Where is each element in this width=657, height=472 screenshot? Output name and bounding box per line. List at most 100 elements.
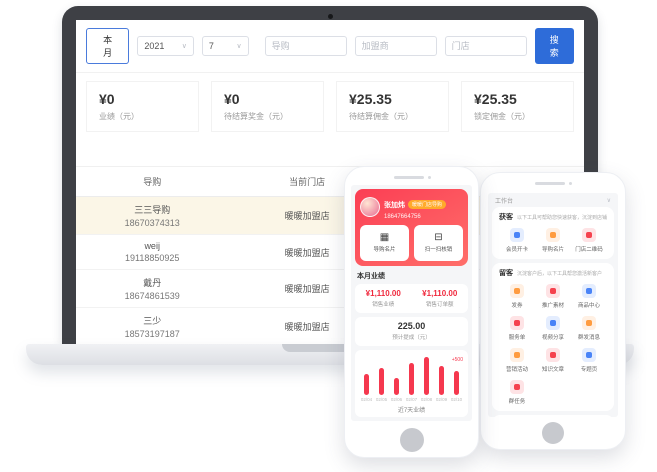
tool-label: 群任务 [509,397,526,405]
knowledge-article-icon [546,348,560,362]
stat-value: ¥25.35 [349,91,436,107]
x-tick: 02/05 [376,397,387,402]
guide-name: 戴丹 [76,276,228,289]
tool-knowledge-article[interactable]: 知识文章 [535,348,571,373]
chevron-down-icon[interactable]: ∨ [607,197,611,204]
video-share-icon [546,316,560,330]
guide-dashboard-screen: 张加炜暖暖门店导购 18647664756 ▦ 导购名片 ⊟ 扫一扫核销 [351,185,472,421]
tool-promo-material[interactable]: 推广素材 [535,284,571,309]
scan-icon: ⊟ [434,233,442,243]
commission-label: 预计提成（元） [355,333,468,341]
workbench-screen: 工作台 ∨ 获客 以下工具可帮助您快速获客，沉淀到店铺 会员开卡 导购名片 [488,193,618,417]
metric-value: ¥1,110.00 [355,289,412,298]
guide-cell: weij 19118850925 [76,241,228,263]
section-title: 获客 [499,212,513,222]
month-filter-button[interactable]: 本月 [86,28,129,64]
metric-sales: ¥1,110.00 销售业绩 [355,289,412,308]
tool-topic-page[interactable]: 专题页 [571,348,607,373]
year-select[interactable]: 2021 ∨ [137,36,193,56]
tool-label: 知识文章 [542,365,564,373]
retain-customers-card: 留客 沉淀客户后，以下工具帮您激活新客户 发券 推广素材 商品中心 [492,263,614,411]
section-description: 沉淀客户后，以下工具帮您激活新客户 [517,270,602,277]
phone-camera [569,182,572,185]
chevron-down-icon: ∨ [182,42,187,50]
month-select[interactable]: 7 ∨ [202,36,249,56]
tool-label: 会员开卡 [506,245,528,253]
chart-bar [409,363,414,395]
metric-order-amount: ¥1,110.00 销售订单额 [412,289,469,308]
promo-material-icon [546,284,560,298]
guide-card-icon [546,228,560,242]
stat-card-locked-commission: ¥25.35 锁定佣金（元） [461,81,574,132]
search-button[interactable]: 搜索 [535,28,574,64]
commission-value: 225.00 [355,321,468,331]
tool-product-center[interactable]: 商品中心 [571,284,607,309]
profile-header-card: 张加炜暖暖门店导购 18647664756 ▦ 导购名片 ⊟ 扫一扫核销 [355,189,468,266]
tool-coupon[interactable]: 发券 [499,284,535,309]
stat-label: 待结算奖金（元） [224,111,311,122]
tool-grid: 发券 推广素材 商品中心 服务单 [499,284,607,405]
stat-value: ¥25.35 [474,91,561,107]
tool-label: 发券 [511,301,522,309]
tool-service-order[interactable]: 服务单 [499,316,535,341]
tool-label: 商品中心 [578,301,600,309]
tool-label: 群发消息 [578,333,600,341]
tool-label: 导购名片 [542,245,564,253]
tool-marketing-activity[interactable]: 营销活动 [499,348,535,373]
x-tick: 02/06 [391,397,402,402]
guide-cell: 三少 18573197187 [76,314,228,339]
home-button[interactable] [400,428,424,452]
x-tick: 02/08 [421,397,432,402]
metric-label: 销售业绩 [355,300,412,308]
x-tick: 02/09 [436,397,447,402]
profile-name: 张加炜 [384,202,405,209]
month-performance-title: 本月业绩 [357,271,466,281]
scan-verify-button[interactable]: ⊟ 扫一扫核销 [414,225,463,261]
topic-page-icon [582,348,596,362]
workbench-title: 工作台 [495,196,513,205]
phone-camera [428,176,431,179]
profile-badge: 暖暖门店导购 [408,200,446,209]
chart-bar [454,371,459,395]
section-header: 留客 沉淀客户后，以下工具帮您激活新客户 [499,268,607,278]
tool-group-message[interactable]: 群发消息 [571,316,607,341]
phone-guide-dashboard: 张加炜暖暖门店导购 18647664756 ▦ 导购名片 ⊟ 扫一扫核销 [344,166,479,458]
commission-card: 225.00 预计提成（元） [355,317,468,346]
section-description: 以下工具可帮助您快速获客，沉淀到店铺 [517,214,607,221]
qrcode-icon: ▦ [380,233,389,243]
stat-card-pending-commission: ¥25.35 待结算佣金（元） [336,81,449,132]
tool-video-share[interactable]: 视频分享 [535,316,571,341]
store-search-input[interactable] [445,36,527,56]
coupon-icon [510,284,524,298]
marketing-activity-icon [510,348,524,362]
home-button[interactable] [542,422,564,444]
tool-guide-card[interactable]: 导购名片 [535,228,571,253]
guide-phone: 18573197187 [76,329,228,339]
guide-search-input[interactable] [265,36,347,56]
franchisee-search-input[interactable] [355,36,437,56]
month-select-value: 7 [209,41,214,51]
guide-phone: 19118850925 [76,253,228,263]
tool-store-qrcode[interactable]: 门店二维码 [571,228,607,253]
quick-actions: ▦ 导购名片 ⊟ 扫一扫核销 [360,225,463,261]
product-center-icon [582,284,596,298]
profile-phone: 18647664756 [384,214,446,220]
dashboard-toolbar: 本月 2021 ∨ 7 ∨ 搜索 [76,20,584,73]
tool-grid: 会员开卡 导购名片 门店二维码 [499,228,607,253]
profile-texts: 张加炜暖暖门店导购 18647664756 [384,194,446,220]
chart-x-labels: 02/04 02/05 02/06 02/07 02/08 02/09 02/1… [359,397,464,402]
tool-label: 专题页 [581,365,598,373]
guide-card-button[interactable]: ▦ 导购名片 [360,225,409,261]
tool-member-card[interactable]: 会员开卡 [499,228,535,253]
bar-chart: +500 [359,355,464,395]
tool-group-task[interactable]: 群任务 [499,380,535,405]
acquire-customers-card: 获客 以下工具可帮助您快速获客，沉淀到店铺 会员开卡 导购名片 门店二维码 [492,207,614,259]
chart-annotation: +500 [452,357,463,363]
guide-name: weij [76,241,228,251]
year-select-value: 2021 [144,41,164,51]
stat-label: 业绩（元） [99,111,186,122]
metrics-card: ¥1,110.00 销售业绩 ¥1,110.00 销售订单额 [355,284,468,313]
screenshot-stage: 本月 2021 ∨ 7 ∨ 搜索 ¥0 业绩（元） ¥0 待结算奖金（元） [0,0,657,472]
tool-label: 门店二维码 [575,245,603,253]
metric-value: ¥1,110.00 [412,289,469,298]
